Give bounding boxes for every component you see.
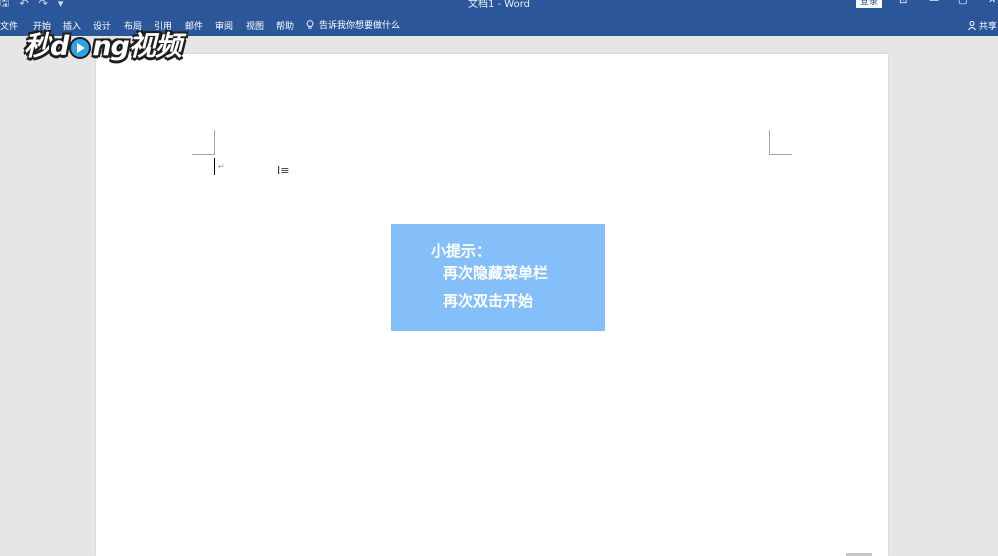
- logo-text-end: ng视频: [92, 31, 182, 62]
- tip-title: 小提示：: [431, 242, 492, 260]
- logo-text-start: 秒: [24, 31, 51, 62]
- tab-help[interactable]: 帮助: [276, 19, 294, 32]
- tip-line-2: 再次双击开始: [443, 292, 534, 310]
- document-title: 文档1 - Word: [467, 0, 531, 10]
- person-icon: [968, 21, 976, 31]
- crop-mark-top-left-vertical: [214, 130, 215, 155]
- watermark-logo: 秒d ng视频: [24, 24, 182, 63]
- crop-mark-top-right-horizontal: [769, 154, 792, 155]
- maximize-icon[interactable]: ▢: [958, 0, 967, 6]
- share-button[interactable]: 共享: [968, 19, 997, 32]
- tip-line-1: 再次隐藏菜单栏: [443, 264, 549, 282]
- tab-view[interactable]: 视图: [246, 19, 264, 32]
- ribbon-display-options-icon[interactable]: ⊡: [899, 0, 907, 6]
- lightbulb-icon: [306, 19, 314, 29]
- paragraph-mark: ↵: [218, 162, 225, 171]
- sign-in-button[interactable]: 登录: [856, 0, 882, 8]
- crop-mark-top-right-vertical: [769, 130, 770, 155]
- tell-me-label: 告诉我你想要做什么: [319, 21, 401, 31]
- crop-mark-top-left-horizontal: [192, 154, 215, 155]
- share-label: 共享: [978, 22, 997, 32]
- tab-review[interactable]: 审阅: [215, 19, 233, 32]
- title-bar: 🖫 ↶ ↷ ▾ 文档1 - Word 登录 ⊡ — ▢ ✕: [0, 0, 998, 16]
- close-icon[interactable]: ✕: [988, 0, 996, 6]
- tab-mailings[interactable]: 邮件: [185, 19, 203, 32]
- ibeam-cursor-icon: I≡: [277, 164, 290, 177]
- tab-file[interactable]: 文件: [0, 19, 18, 32]
- play-icon: [69, 36, 92, 59]
- tip-box: 小提示： 再次隐藏菜单栏 再次双击开始: [391, 224, 605, 331]
- tell-me-search[interactable]: 告诉我你想要做什么: [306, 18, 400, 31]
- document-page[interactable]: ↵ I≡ 小提示： 再次隐藏菜单栏 再次双击开始: [96, 54, 888, 556]
- text-cursor: [214, 158, 215, 175]
- logo-d: d: [50, 31, 69, 62]
- minimize-icon[interactable]: —: [929, 0, 939, 6]
